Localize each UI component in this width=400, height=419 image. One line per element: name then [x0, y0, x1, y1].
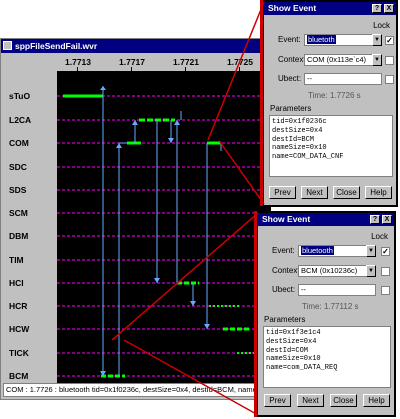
lock-context-checkbox[interactable] [385, 56, 394, 65]
ubect-value: -- [307, 74, 312, 83]
row-label-stuo[interactable]: sTuO [9, 91, 30, 101]
row-label-tim[interactable]: TIM [9, 255, 24, 265]
context-combo[interactable]: COM (0x113e`c4) [304, 54, 382, 66]
chevron-down-icon[interactable]: ▼ [366, 245, 376, 257]
help-button[interactable]: Help [365, 186, 392, 199]
param-line: destId=COM [266, 346, 309, 355]
parameters-label: Parameters [264, 315, 306, 324]
row-label-scm[interactable]: SCM [9, 208, 28, 218]
event-combo[interactable]: bluetooth [298, 245, 376, 257]
time-ruler: 1.7713 1.7717 1.7721 1.7725 [57, 55, 271, 71]
show-event-dialog-bottom: Show Event ? X Lock Event: bluetooth ▼ ✓… [256, 211, 396, 417]
time-tick-label: 1.7721 [173, 57, 199, 67]
arrow-head [154, 278, 160, 283]
app-icon [3, 41, 12, 50]
time-value: 1.7726 s [329, 91, 361, 100]
status-bar: COM : 1.7726 : bluetooth tid=0x1f0236c, … [3, 383, 269, 397]
row-label-bcm[interactable]: BCM [9, 371, 28, 381]
arrow-head [116, 143, 122, 148]
trace-window: sppFileSendFail.wvr 1.7713 1.7717 1.7721… [0, 38, 271, 400]
row-label-sdc[interactable]: SDC [9, 162, 27, 172]
ubect-field[interactable]: -- [298, 284, 376, 296]
arrow-head [190, 301, 196, 306]
ubect-value: -- [301, 285, 306, 294]
lock-ubect-checkbox[interactable] [385, 75, 394, 84]
show-event-dialog-top: Show Event ? X Lock Event: bluetoth ▼ ✓ … [262, 0, 398, 207]
dialog-title-text: Show Event [262, 214, 311, 224]
lock-label: Lock [373, 21, 390, 30]
arrow-head [168, 138, 174, 143]
param-line: destSize=0x4 [272, 126, 323, 135]
row-label-hcr[interactable]: HCR [9, 301, 27, 311]
param-line: name=COM_DATA_CNF [272, 153, 344, 162]
trace-window-title: sppFileSendFail.wvr [1, 39, 269, 53]
next-button[interactable]: Next [301, 186, 328, 199]
arrow-head [132, 120, 138, 125]
close-icon[interactable]: X [382, 215, 392, 224]
event-combo[interactable]: bluetoth [304, 34, 382, 46]
context-combo[interactable]: BCM (0x10236c) [298, 265, 376, 277]
param-line: nameSize=0x10 [266, 355, 321, 364]
parameters-box: tid=0x1f0236c destSize=0x4 destId=BCM nameS… [269, 115, 393, 177]
time-label: Time: [302, 302, 322, 311]
chevron-down-icon[interactable]: ▼ [372, 34, 382, 46]
param-line: nameSize=0x10 [272, 144, 327, 153]
lock-context-checkbox[interactable] [381, 267, 390, 276]
event-value: bluetooth [301, 246, 334, 255]
lock-event-checkbox[interactable]: ✓ [381, 247, 390, 256]
param-line: tid=0x1f0236c [272, 118, 327, 126]
close-button[interactable]: Close [333, 186, 360, 199]
param-line: destId=BCM [272, 135, 315, 144]
prev-button[interactable]: Prev [264, 394, 291, 407]
lock-label: Lock [371, 232, 388, 241]
help-button[interactable]: Help [363, 394, 390, 407]
ubect-field[interactable]: -- [304, 73, 382, 85]
time-tick-label: 1.7713 [65, 57, 91, 67]
row-label-l2ca[interactable]: L2CA [9, 115, 31, 125]
ubect-label: Ubect: [278, 74, 302, 83]
row-label-hci[interactable]: HCI [9, 278, 24, 288]
time-tick-label: 1.7717 [119, 57, 145, 67]
ubect-label: Ubect: [272, 285, 296, 294]
trace-canvas [57, 86, 271, 378]
prev-button[interactable]: Prev [269, 186, 296, 199]
row-label-com[interactable]: COM [9, 138, 29, 148]
param-line: destSize=0x4 [266, 337, 317, 346]
close-icon[interactable]: X [384, 4, 394, 13]
arrow-head [204, 324, 210, 329]
event-trace-plot[interactable] [57, 71, 271, 383]
lock-event-checkbox[interactable]: ✓ [385, 36, 394, 45]
context-value: COM (0x113e`c4) [307, 55, 367, 64]
chevron-down-icon[interactable]: ▼ [372, 54, 382, 66]
lock-ubect-checkbox[interactable] [381, 286, 390, 295]
row-label-sds[interactable]: SDS [9, 185, 26, 195]
close-button[interactable]: Close [330, 394, 357, 407]
param-line: tid=0x1f3e1c4 [266, 329, 321, 337]
parameters-box: tid=0x1f3e1c4 destSize=0x4 destId=COM nameS… [263, 326, 391, 388]
row-label-hcw[interactable]: HCW [9, 324, 29, 334]
dialog-title-text: Show Event [268, 3, 317, 13]
help-title-button[interactable]: ? [372, 4, 382, 13]
event-label: Event: [278, 35, 301, 44]
arrow-head [100, 86, 106, 90]
event-value: bluetoth [307, 35, 336, 44]
row-label-dbm[interactable]: DBM [9, 231, 28, 241]
row-label-tick[interactable]: TICK [9, 348, 29, 358]
row-labels: sTuO L2CA COM SDC SDS SCM DBM TIM HCI HC… [3, 71, 55, 381]
param-line: name=com_DATA_REQ [266, 364, 338, 373]
parameters-label: Parameters [270, 104, 312, 113]
next-button[interactable]: Next [297, 394, 324, 407]
event-label: Event: [272, 246, 295, 255]
help-title-button[interactable]: ? [370, 215, 380, 224]
context-value: BCM (0x10236c) [301, 266, 358, 275]
chevron-down-icon[interactable]: ▼ [366, 265, 376, 277]
time-value: 1.77112 s [323, 302, 359, 311]
time-tick-label: 1.7725 [227, 57, 253, 67]
time-label: Time: [308, 91, 328, 100]
trace-window-title-text: sppFileSendFail.wvr [15, 41, 98, 51]
time-readout: Time: 1.7726 s [308, 91, 361, 100]
time-readout: Time: 1.77112 s [302, 302, 358, 311]
